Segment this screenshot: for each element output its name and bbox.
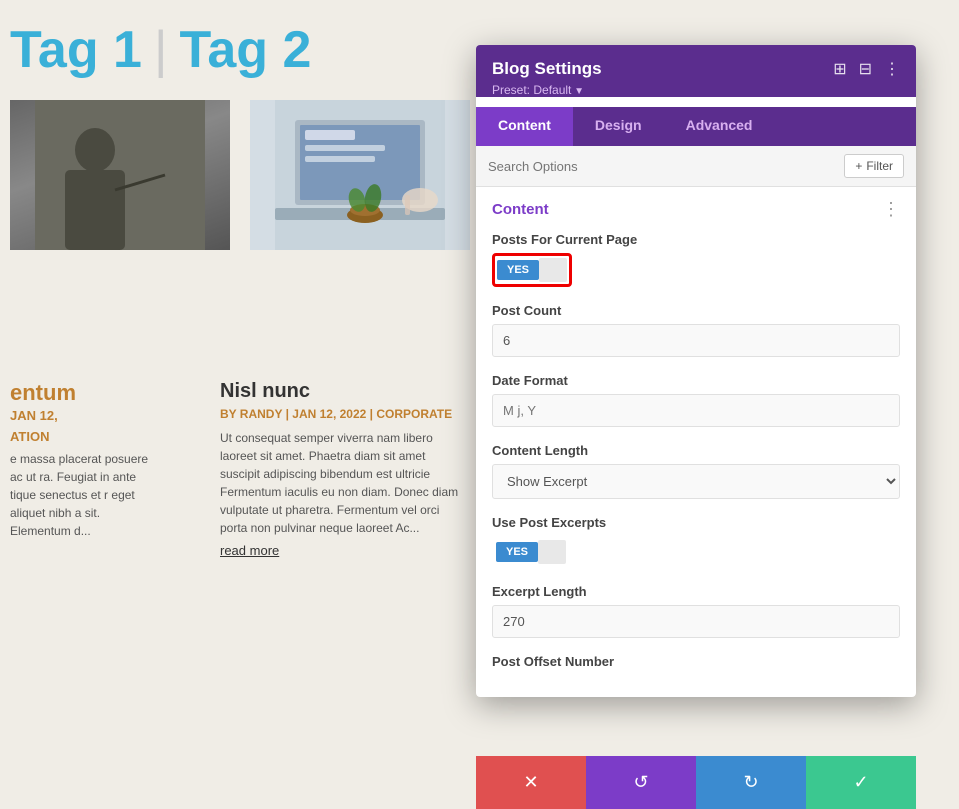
read-more-link[interactable]: read more — [220, 543, 460, 558]
tab-advanced[interactable]: Advanced — [664, 107, 775, 146]
panel-title: Blog Settings — [492, 59, 602, 79]
reset-icon: ↺ — [633, 772, 648, 793]
save-icon: ✓ — [853, 772, 868, 793]
partial-text: e massa placerat posuere ac ut ra. Feugi… — [10, 450, 160, 540]
setting-excerpt-length: Excerpt Length — [492, 584, 900, 638]
setting-label-post-offset: Post Offset Number — [492, 654, 900, 669]
panel-header-top: Blog Settings ⊞ ⊟ ⋮ — [492, 59, 900, 79]
toggle-yes-label: YES — [497, 260, 539, 280]
redo-icon: ↻ — [743, 772, 758, 793]
setting-date-format: Date Format — [492, 373, 900, 427]
setting-label-date-format: Date Format — [492, 373, 900, 388]
search-input[interactable] — [488, 159, 844, 174]
setting-label-post-count: Post Count — [492, 303, 900, 318]
post1-image — [10, 100, 230, 250]
partial-date: JAN 12, — [10, 408, 160, 423]
setting-content-length: Content Length Show Excerpt Show Full Po… — [492, 443, 900, 499]
tab-design[interactable]: Design — [573, 107, 664, 146]
filter-button[interactable]: + Filter — [844, 154, 904, 178]
tag2-label: Tag 2 — [179, 20, 311, 80]
filter-plus-icon: + — [855, 159, 862, 173]
toggle-posts-current-page[interactable]: YES — [492, 253, 572, 287]
post2-image — [250, 100, 470, 250]
blog-background: Tag 1 | Tag 2 — [0, 0, 480, 809]
post2-text: Ut consequat semper viverra nam libero l… — [220, 429, 460, 537]
panel-tabs: Content Design Advanced — [476, 107, 916, 146]
save-button[interactable]: ✓ — [806, 756, 916, 809]
post2-image-svg — [250, 100, 470, 250]
tab-content[interactable]: Content — [476, 107, 573, 146]
preset-selector[interactable]: Preset: Default — [492, 83, 900, 97]
setting-label-posts-current: Posts For Current Page — [492, 232, 900, 247]
setting-label-use-excerpts: Use Post Excerpts — [492, 515, 900, 530]
blog-post-card-2 — [250, 100, 470, 250]
content-length-select[interactable]: Show Excerpt Show Full Post — [492, 464, 900, 499]
panel-header-icons: ⊞ ⊟ ⋮ — [833, 59, 900, 79]
tag-separator: | — [154, 20, 168, 80]
reset-button[interactable]: ↺ — [586, 756, 696, 809]
toggle-use-excerpts[interactable]: YES — [492, 536, 570, 568]
setting-label-content-length: Content Length — [492, 443, 900, 458]
excerpt-length-input[interactable] — [492, 605, 900, 638]
more-icon[interactable]: ⋮ — [884, 59, 900, 79]
tag1-label: Tag 1 — [10, 20, 142, 80]
setting-use-post-excerpts: Use Post Excerpts YES — [492, 515, 900, 568]
cancel-button[interactable]: ✕ — [476, 756, 586, 809]
panel-header: Blog Settings ⊞ ⊟ ⋮ Preset: Default — [476, 45, 916, 97]
panel-body: Content ⋮ Posts For Current Page YES Pos… — [476, 187, 916, 697]
setting-post-count: Post Count — [492, 303, 900, 357]
blog-tags: Tag 1 | Tag 2 — [10, 20, 470, 80]
setting-posts-for-current-page: Posts For Current Page YES — [492, 232, 900, 287]
content-section-title: Content — [492, 201, 549, 218]
blog-post-card-1 — [10, 100, 230, 250]
content-section-header: Content ⋮ — [492, 199, 900, 220]
date-format-input[interactable] — [492, 394, 900, 427]
post-count-input[interactable] — [492, 324, 900, 357]
post1-image-svg — [10, 100, 230, 250]
section-options-icon[interactable]: ⋮ — [882, 199, 900, 220]
redo-button[interactable]: ↻ — [696, 756, 806, 809]
search-bar: + Filter — [476, 146, 916, 187]
setting-label-excerpt-length: Excerpt Length — [492, 584, 900, 599]
setting-post-offset: Post Offset Number — [492, 654, 900, 669]
blog-posts-row — [10, 100, 470, 250]
partial-post-left: entum JAN 12, ATION e massa placerat pos… — [0, 380, 170, 540]
post2-meta: BY RANDY | JAN 12, 2022 | CORPORATE — [220, 407, 460, 421]
toggle-excerpts-yes: YES — [496, 542, 538, 562]
expand-icon[interactable]: ⊞ — [833, 59, 846, 79]
filter-label: Filter — [866, 159, 893, 173]
post2-title: Nisl nunc — [220, 380, 460, 403]
toggle-excerpts-no-area — [538, 540, 566, 564]
post2-details: Nisl nunc BY RANDY | JAN 12, 2022 | CORP… — [210, 380, 470, 558]
cancel-icon: ✕ — [523, 772, 538, 793]
columns-icon[interactable]: ⊟ — [859, 59, 872, 79]
settings-panel: Blog Settings ⊞ ⊟ ⋮ Preset: Default Cont… — [476, 45, 916, 697]
partial-meta: ATION — [10, 429, 160, 444]
partial-title: entum — [10, 380, 160, 406]
toggle-no-area — [539, 258, 567, 282]
panel-action-bar: ✕ ↺ ↻ ✓ — [476, 756, 916, 809]
